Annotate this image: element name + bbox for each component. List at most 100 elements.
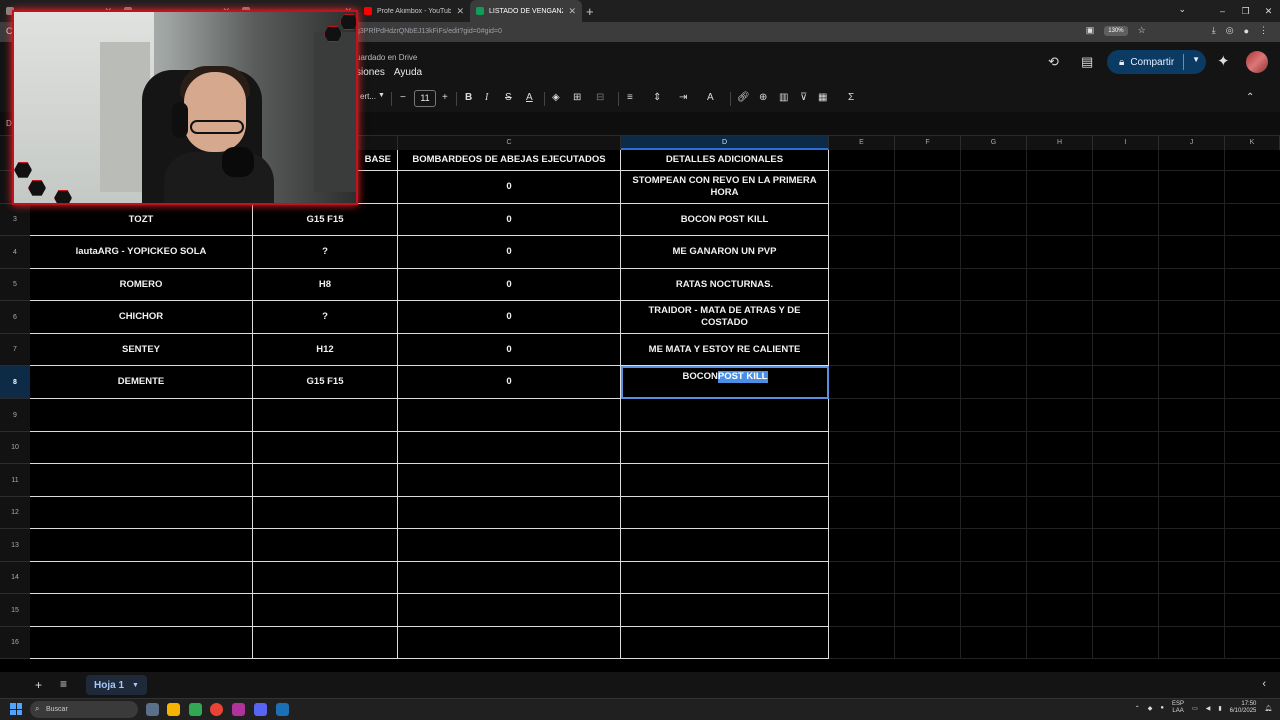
table-cell-b[interactable]: ? — [253, 236, 398, 269]
insert-comment-icon[interactable]: ⊕ — [759, 92, 767, 103]
empty-cell[interactable] — [621, 562, 829, 594]
empty-cell[interactable] — [895, 627, 961, 659]
empty-cell[interactable] — [829, 236, 895, 269]
empty-cell[interactable] — [829, 366, 895, 399]
empty-cell[interactable] — [961, 366, 1027, 399]
zoom-indicator[interactable]: 130% — [1104, 25, 1128, 36]
empty-cell[interactable] — [1093, 366, 1159, 399]
empty-cell[interactable] — [1027, 150, 1093, 171]
empty-cell[interactable] — [895, 366, 961, 399]
row-header[interactable]: 5 — [0, 269, 30, 301]
empty-cell[interactable] — [961, 529, 1027, 562]
empty-cell[interactable] — [961, 334, 1027, 366]
empty-cell[interactable] — [1027, 204, 1093, 236]
app-icon[interactable] — [232, 703, 245, 716]
empty-cell[interactable] — [30, 399, 253, 432]
align-horizontal-icon[interactable]: ≡ — [627, 92, 633, 103]
empty-cell[interactable] — [1225, 269, 1280, 301]
empty-cell[interactable] — [829, 627, 895, 659]
empty-cell[interactable] — [829, 204, 895, 236]
row-header[interactable]: 4 — [0, 236, 30, 269]
empty-cell[interactable] — [1027, 562, 1093, 594]
table-cell-a[interactable]: lautaARG - YOPICKEO SOLA — [30, 236, 253, 269]
column-header-g[interactable]: G — [961, 136, 1027, 150]
monitor-icon[interactable]: ▭ — [1192, 705, 1198, 712]
sheet-tab[interactable]: Hoja 1 ▼ — [86, 675, 147, 695]
empty-cell[interactable] — [621, 432, 829, 464]
empty-cell[interactable] — [961, 399, 1027, 432]
text-color-icon[interactable]: A — [526, 92, 533, 103]
history-icon[interactable]: ⟲ — [1048, 54, 1059, 70]
empty-cell[interactable] — [961, 627, 1027, 659]
empty-cell[interactable] — [961, 497, 1027, 529]
insert-link-icon[interactable]: 🔗︎ — [737, 92, 750, 103]
empty-cell[interactable] — [1159, 236, 1225, 269]
comments-icon[interactable]: ▤ — [1081, 54, 1093, 70]
empty-cell[interactable] — [895, 562, 961, 594]
xbox-icon[interactable] — [189, 703, 202, 716]
empty-cell[interactable] — [895, 464, 961, 497]
empty-cell[interactable] — [1093, 464, 1159, 497]
text-rotation-icon[interactable]: A — [707, 92, 714, 103]
empty-cell[interactable] — [961, 150, 1027, 171]
table-cell-c[interactable]: 0 — [398, 236, 621, 269]
empty-cell[interactable] — [1093, 150, 1159, 171]
empty-cell[interactable] — [829, 562, 895, 594]
chevron-up-icon[interactable]: ⌃ — [1135, 705, 1140, 712]
empty-cell[interactable] — [1225, 399, 1280, 432]
empty-cell[interactable] — [1093, 269, 1159, 301]
empty-cell[interactable] — [895, 301, 961, 334]
empty-cell[interactable] — [1027, 399, 1093, 432]
empty-cell[interactable] — [398, 529, 621, 562]
table-cell-d[interactable]: ME GANARON UN PVP — [621, 236, 829, 269]
italic-icon[interactable]: I — [485, 92, 488, 103]
tab-search-icon[interactable]: ⌄ — [1178, 4, 1186, 15]
empty-cell[interactable] — [829, 269, 895, 301]
empty-cell[interactable] — [1159, 562, 1225, 594]
empty-cell[interactable] — [829, 529, 895, 562]
empty-cell[interactable] — [895, 497, 961, 529]
row-header[interactable]: 14 — [0, 562, 30, 594]
empty-cell[interactable] — [398, 399, 621, 432]
empty-cell[interactable] — [30, 627, 253, 659]
empty-cell[interactable] — [621, 529, 829, 562]
table-cell-d[interactable]: TRAIDOR - MATA DE ATRAS Y DE COSTADO — [621, 301, 829, 334]
empty-cell[interactable] — [1159, 399, 1225, 432]
chevron-down-icon[interactable]: ▼ — [378, 92, 385, 99]
empty-cell[interactable] — [895, 236, 961, 269]
empty-cell[interactable] — [398, 497, 621, 529]
empty-cell[interactable] — [1225, 464, 1280, 497]
empty-cell[interactable] — [961, 236, 1027, 269]
table-cell-c[interactable]: 0 — [398, 366, 621, 399]
empty-cell[interactable] — [829, 399, 895, 432]
empty-cell[interactable] — [30, 464, 253, 497]
empty-cell[interactable] — [961, 171, 1027, 204]
notification-bell-icon[interactable]: 🔔︎ — [1264, 705, 1272, 712]
empty-cell[interactable] — [895, 529, 961, 562]
empty-cell[interactable] — [1159, 269, 1225, 301]
row-header[interactable]: 3 — [0, 204, 30, 236]
empty-cell[interactable] — [961, 301, 1027, 334]
empty-cell[interactable] — [1093, 236, 1159, 269]
empty-cell[interactable] — [1159, 204, 1225, 236]
empty-cell[interactable] — [253, 529, 398, 562]
table-cell-b[interactable]: G15 F15 — [253, 204, 398, 236]
empty-cell[interactable] — [1027, 334, 1093, 366]
browser-menu-icon[interactable]: ⋮ — [1259, 25, 1268, 36]
empty-cell[interactable] — [829, 150, 895, 171]
gemini-icon[interactable]: ✦ — [1217, 52, 1230, 70]
row-header[interactable]: 12 — [0, 497, 30, 529]
table-header-bombardeos[interactable]: BOMBARDEOS DE ABEJAS EJECUTADOS — [398, 150, 621, 171]
empty-cell[interactable] — [829, 497, 895, 529]
empty-cell[interactable] — [1027, 464, 1093, 497]
empty-cell[interactable] — [1093, 529, 1159, 562]
functions-icon[interactable]: Σ — [848, 92, 854, 103]
empty-cell[interactable] — [895, 334, 961, 366]
empty-cell[interactable] — [398, 562, 621, 594]
empty-cell[interactable] — [895, 171, 961, 204]
strikethrough-icon[interactable]: S — [505, 92, 512, 103]
row-header[interactable]: 10 — [0, 432, 30, 464]
table-cell-a[interactable]: TOZT — [30, 204, 253, 236]
menu-item-extensions[interactable]: siones — [356, 67, 385, 78]
empty-cell[interactable] — [1225, 529, 1280, 562]
